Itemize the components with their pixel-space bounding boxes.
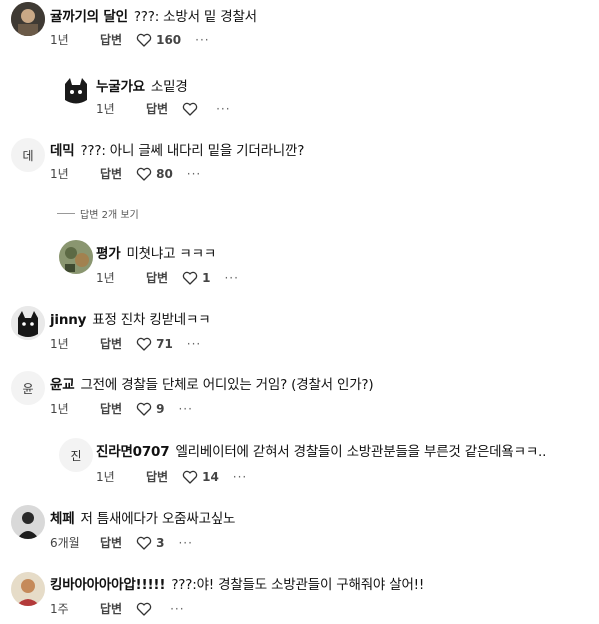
reply-button[interactable]: 답변 (100, 535, 122, 551)
username[interactable]: 체페 (50, 511, 75, 527)
like-count: 9 (156, 402, 165, 416)
more-options-button[interactable]: ··· (170, 601, 184, 617)
timestamp: 1년 (50, 337, 69, 351)
avatar[interactable]: 진 (59, 438, 93, 472)
avatar[interactable] (11, 505, 45, 539)
like-count: 71 (156, 337, 173, 351)
like-button[interactable]: 14 (182, 469, 219, 485)
more-options-button[interactable]: ··· (195, 32, 209, 48)
like-button[interactable]: 1 (182, 270, 210, 286)
heart-icon (136, 402, 152, 416)
heart-icon (136, 33, 152, 47)
avatar[interactable] (59, 74, 93, 108)
comment-text: 그전에 경찰들 단체로 어디있는 거임? (경찰서 인가?) (80, 377, 374, 393)
thread-line (57, 213, 75, 214)
timestamp: 1년 (96, 271, 115, 285)
timestamp: 1년 (96, 470, 115, 484)
more-options-button[interactable]: ··· (178, 535, 192, 551)
comment-text: 표정 진차 킹받네ㅋㅋ (92, 312, 211, 328)
reply-button[interactable]: 답변 (146, 270, 168, 286)
comment-text: 저 틈새에다가 오줌싸고싶노 (80, 511, 236, 527)
timestamp: 1주 (50, 602, 69, 616)
timestamp: 1년 (50, 167, 69, 181)
username[interactable]: 윤교 (50, 377, 75, 393)
heart-icon (182, 470, 198, 484)
timestamp: 1년 (50, 402, 69, 416)
reply-button[interactable]: 답변 (146, 469, 168, 485)
username[interactable]: 데믹 (50, 143, 75, 159)
more-options-button[interactable]: ··· (216, 101, 230, 117)
comment-text: 미쳣냐고 ㅋㅋㅋ (126, 246, 217, 262)
timestamp: 1년 (96, 102, 115, 116)
like-count: 3 (156, 536, 165, 550)
avatar[interactable] (11, 2, 45, 36)
avatar-letter: 데 (22, 148, 34, 163)
comment-text: 엘리베이터에 갇혀서 경찰들이 소방관분들을 부른것 같은데욬ㅋㅋ.. (175, 444, 547, 460)
reply-button[interactable]: 답변 (146, 101, 168, 117)
username[interactable]: jinny (50, 312, 86, 328)
like-button[interactable]: 71 (136, 336, 173, 352)
reply-button[interactable]: 답변 (100, 401, 122, 417)
like-count: 160 (156, 33, 182, 47)
reply-button[interactable]: 답변 (100, 166, 122, 182)
more-options-button[interactable]: ··· (187, 166, 201, 182)
like-button[interactable]: 80 (136, 166, 173, 182)
avatar[interactable] (11, 572, 45, 606)
like-button[interactable] (136, 602, 156, 616)
username[interactable]: 누굴가요 (96, 79, 145, 95)
avatar-letter: 윤 (22, 381, 34, 396)
avatar[interactable]: 데 (11, 138, 45, 172)
avatar[interactable]: 윤 (11, 371, 45, 405)
comment-text: ???: 아니 글쎄 내다리 밑을 기더라니깐? (80, 143, 305, 159)
more-options-button[interactable]: ··· (233, 469, 247, 485)
like-button[interactable] (182, 102, 202, 116)
avatar[interactable] (11, 306, 45, 340)
like-count: 1 (202, 271, 211, 285)
username[interactable]: 평가 (96, 246, 121, 262)
view-replies-label: 답변 2개 보기 (80, 210, 139, 221)
timestamp: 1년 (50, 33, 69, 47)
username[interactable]: 귤까기의 달인 (50, 9, 128, 25)
heart-icon (136, 536, 152, 550)
timestamp: 6개월 (50, 536, 80, 550)
reply-button[interactable]: 답변 (100, 336, 122, 352)
heart-icon (136, 602, 152, 616)
heart-icon (182, 271, 198, 285)
reply-button[interactable]: 답변 (100, 601, 122, 617)
more-options-button[interactable]: ··· (178, 401, 192, 417)
view-replies-toggle[interactable]: 답변 2개 보기 (57, 206, 139, 221)
like-count: 14 (202, 470, 219, 484)
reply-button[interactable]: 답변 (100, 32, 122, 48)
heart-icon (136, 337, 152, 351)
username[interactable]: 킹바아아아아압!!!!! (50, 577, 166, 593)
like-button[interactable]: 160 (136, 32, 181, 48)
comment-text: ???: 소방서 밑 경찰서 (133, 9, 257, 25)
username[interactable]: 진라면0707 (96, 444, 170, 460)
comment-text: ???:야! 경찰들도 소방관들이 구해줘야 살어!! (171, 577, 425, 593)
avatar-letter: 진 (70, 448, 82, 463)
more-options-button[interactable]: ··· (224, 270, 238, 286)
like-button[interactable]: 9 (136, 401, 164, 417)
like-button[interactable]: 3 (136, 535, 164, 551)
like-count: 80 (156, 167, 173, 181)
heart-icon (136, 167, 152, 181)
more-options-button[interactable]: ··· (187, 336, 201, 352)
heart-icon (182, 102, 198, 116)
comment-text: 소밑경 (150, 79, 188, 95)
avatar[interactable] (59, 240, 93, 274)
